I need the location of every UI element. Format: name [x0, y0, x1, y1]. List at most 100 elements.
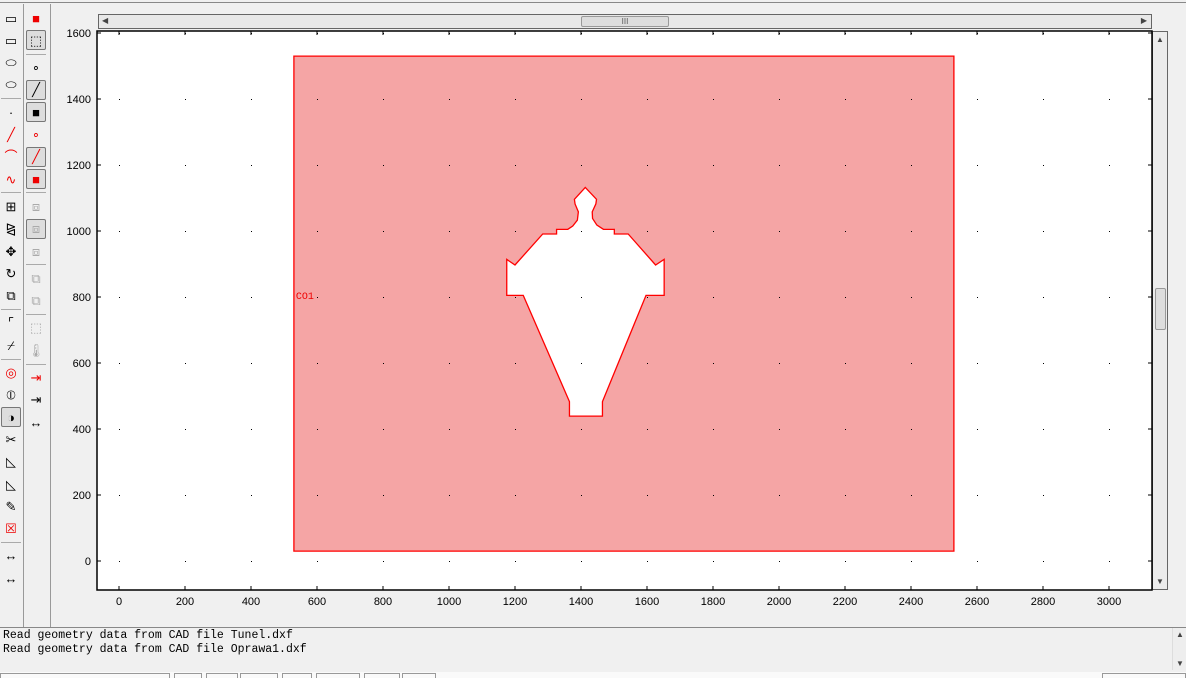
grid-dot — [911, 165, 912, 166]
output-scrollbar[interactable]: ▲ ▼ — [1172, 628, 1186, 670]
x-tick-label: 1000 — [437, 596, 461, 608]
grid-dot — [317, 561, 318, 562]
grid-dot — [845, 561, 846, 562]
grid-dot — [911, 231, 912, 232]
grid-dot — [317, 231, 318, 232]
grid-dot — [845, 231, 846, 232]
grid-dot — [383, 495, 384, 496]
grid-dot — [581, 165, 582, 166]
grid-dot — [119, 561, 120, 562]
grid-dot — [119, 363, 120, 364]
grid-dot — [449, 363, 450, 364]
grid-dot — [185, 165, 186, 166]
grid-dot — [1109, 561, 1110, 562]
grid-dot — [185, 99, 186, 100]
grid-dot — [911, 495, 912, 496]
grid-dot — [845, 429, 846, 430]
grid-dot — [1109, 297, 1110, 298]
grid-dot — [779, 429, 780, 430]
grid-dot — [383, 429, 384, 430]
grid-dot — [449, 495, 450, 496]
geometry-canvas[interactable]: CO10 200 400 600 800 1000 1200 1400 1600 1800 2000… — [0, 0, 1186, 627]
x-tick-label: 2800 — [1031, 596, 1055, 608]
status-segment — [1102, 673, 1186, 678]
grid-dot — [119, 297, 120, 298]
x-tick-label: 1800 — [701, 596, 725, 608]
grid-dot — [449, 99, 450, 100]
status-segment — [206, 673, 238, 678]
y-tick-label: 1000 — [67, 226, 91, 238]
grid-dot — [779, 231, 780, 232]
grid-dot — [515, 495, 516, 496]
grid-dot — [515, 99, 516, 100]
grid-dot — [581, 363, 582, 364]
grid-dot — [383, 231, 384, 232]
grid-dot — [119, 99, 120, 100]
y-tick-label: 600 — [73, 358, 91, 370]
grid-dot — [1043, 99, 1044, 100]
grid-dot — [185, 363, 186, 364]
grid-dot — [911, 429, 912, 430]
grid-dot — [713, 561, 714, 562]
grid-dot — [1109, 231, 1110, 232]
grid-dot — [251, 297, 252, 298]
grid-dot — [911, 297, 912, 298]
grid-dot — [251, 231, 252, 232]
x-tick-label: 400 — [242, 596, 260, 608]
grid-dot — [383, 297, 384, 298]
x-tick-label: 200 — [176, 596, 194, 608]
x-tick-label: 3000 — [1097, 596, 1121, 608]
grid-dot — [1043, 363, 1044, 364]
grid-dot — [581, 297, 582, 298]
scroll-up-icon[interactable]: ▲ — [1176, 630, 1184, 639]
status-segment — [364, 673, 400, 678]
grid-dot — [449, 429, 450, 430]
grid-dot — [1043, 495, 1044, 496]
grid-dot — [1109, 429, 1110, 430]
grid-dot — [647, 429, 648, 430]
grid-dot — [647, 165, 648, 166]
grid-dot — [581, 495, 582, 496]
grid-dot — [449, 297, 450, 298]
grid-dot — [1043, 297, 1044, 298]
grid-dot — [185, 429, 186, 430]
grid-dot — [647, 363, 648, 364]
status-segment — [402, 673, 436, 678]
scroll-down-icon[interactable]: ▼ — [1176, 659, 1184, 668]
grid-dot — [515, 429, 516, 430]
output-log: Read geometry data from CAD file Tunel.d… — [0, 627, 1186, 670]
grid-dot — [1109, 165, 1110, 166]
grid-dot — [713, 363, 714, 364]
status-segment — [0, 673, 170, 678]
y-tick-label: 200 — [73, 490, 91, 502]
grid-dot — [185, 231, 186, 232]
grid-dot — [977, 429, 978, 430]
grid-dot — [845, 363, 846, 364]
grid-dot — [713, 231, 714, 232]
grid-dot — [317, 363, 318, 364]
x-tick-label: 1400 — [569, 596, 593, 608]
grid-dot — [779, 561, 780, 562]
grid-dot — [1043, 231, 1044, 232]
grid-dot — [251, 495, 252, 496]
grid-dot — [1043, 165, 1044, 166]
object-label: CO1 — [296, 292, 314, 303]
grid-dot — [515, 363, 516, 364]
grid-dot — [251, 429, 252, 430]
grid-dot — [779, 165, 780, 166]
y-tick-label: 400 — [73, 424, 91, 436]
grid-dot — [1043, 561, 1044, 562]
grid-dot — [845, 297, 846, 298]
grid-dot — [1109, 495, 1110, 496]
x-tick-label: 600 — [308, 596, 326, 608]
grid-dot — [1109, 99, 1110, 100]
status-segment — [282, 673, 312, 678]
grid-dot — [713, 297, 714, 298]
grid-dot — [977, 561, 978, 562]
x-tick-label: 1600 — [635, 596, 659, 608]
grid-dot — [647, 495, 648, 496]
y-tick-label: 1600 — [67, 28, 91, 40]
y-tick-label: 0 — [85, 556, 91, 568]
grid-dot — [449, 561, 450, 562]
grid-dot — [977, 165, 978, 166]
